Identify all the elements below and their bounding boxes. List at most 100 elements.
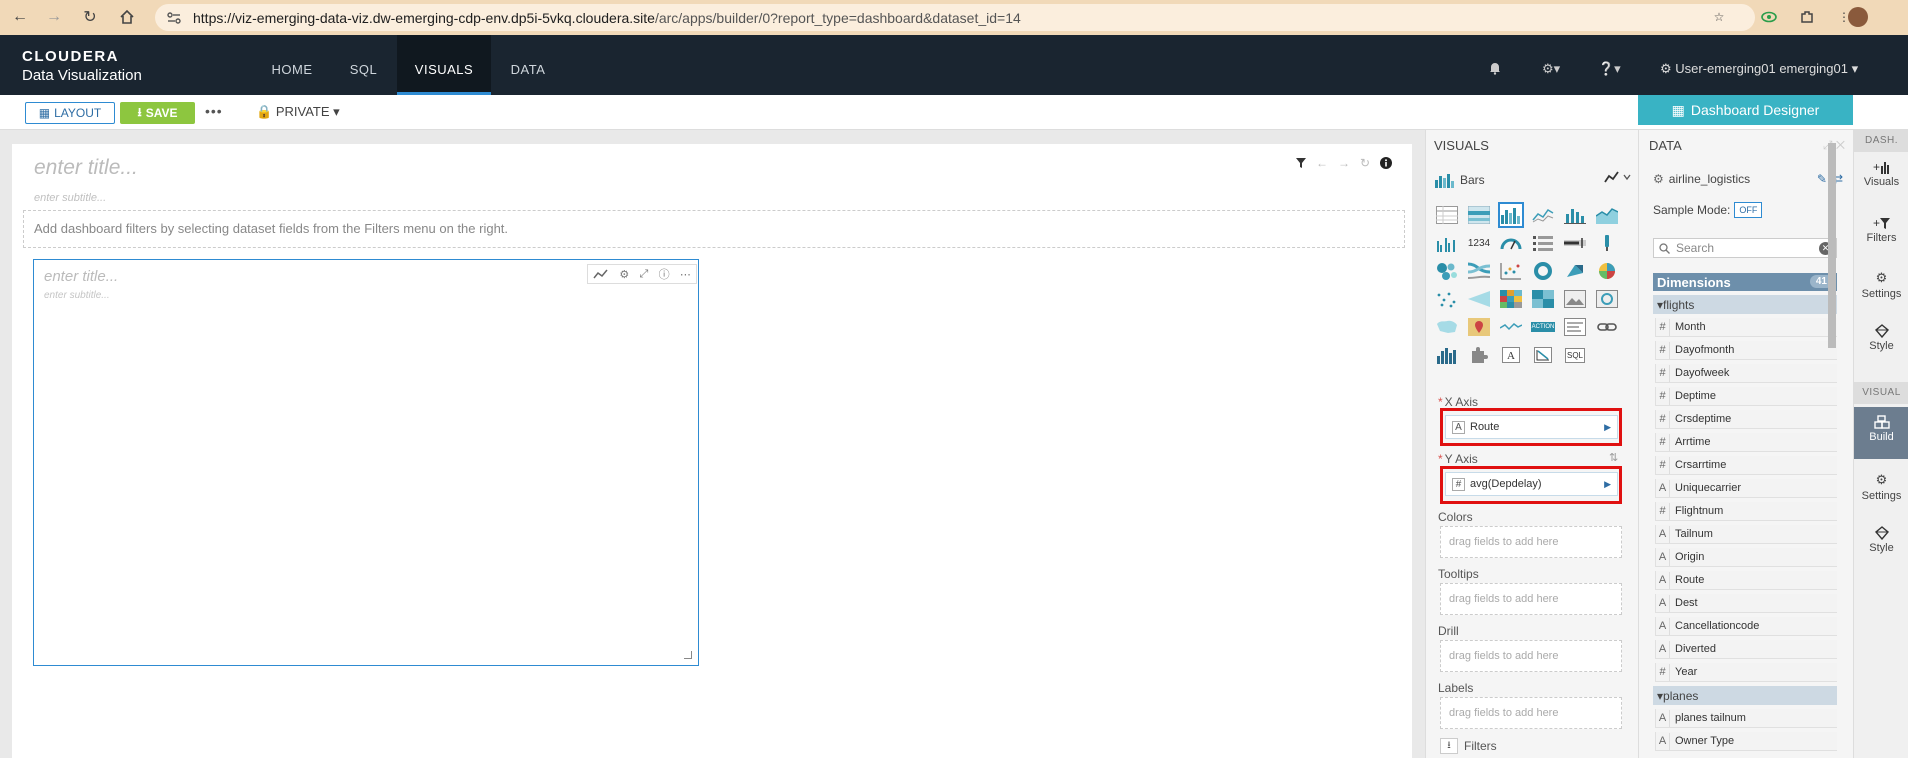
rail-item-style[interactable]: Style: [1854, 324, 1908, 352]
field-item[interactable]: A Origin: [1655, 548, 1837, 567]
field-item[interactable]: # Arrtime: [1655, 433, 1837, 452]
field-item[interactable]: # Flightnum: [1655, 502, 1837, 521]
visual-title-input[interactable]: enter title...: [44, 268, 118, 285]
field-item[interactable]: A Owner Type: [1655, 732, 1837, 751]
resize-handle[interactable]: [684, 651, 692, 659]
map-viz-icon[interactable]: [1434, 314, 1460, 340]
filter-icon[interactable]: [1295, 158, 1306, 168]
reload-icon[interactable]: ↻: [78, 6, 102, 28]
caret-right-icon[interactable]: ▶: [1604, 479, 1611, 490]
list-viz-icon[interactable]: [1530, 230, 1556, 256]
dashboard-designer-tab[interactable]: ▦ Dashboard Designer: [1638, 95, 1853, 125]
visual-settings-gear-icon[interactable]: ⚙: [619, 268, 629, 281]
dashboard-filter-zone[interactable]: Add dashboard filters by selecting datas…: [23, 210, 1405, 248]
packed-bubbles-viz-icon[interactable]: [1434, 258, 1460, 284]
field-group-planes[interactable]: ▾ planes: [1653, 686, 1837, 705]
gauge-viz-icon[interactable]: [1498, 230, 1524, 256]
histogram-viz-icon[interactable]: [1434, 342, 1460, 368]
combo-bar-viz-icon[interactable]: [1562, 202, 1588, 228]
drill-dropzone[interactable]: drag fields to add here: [1440, 640, 1622, 672]
field-item[interactable]: A Cancellationcode: [1655, 617, 1837, 636]
sample-mode-toggle[interactable]: OFF: [1734, 202, 1763, 218]
extension-viz-icon[interactable]: [1466, 342, 1492, 368]
rail-item-settings[interactable]: ⚙ Settings: [1854, 270, 1908, 300]
field-search-input[interactable]: Search ✕: [1653, 238, 1837, 258]
bookmark-star-icon[interactable]: ☆: [1707, 6, 1731, 28]
link-viz-icon[interactable]: [1594, 314, 1620, 340]
funnel-viz-icon[interactable]: [1466, 286, 1492, 312]
settings-gear-icon[interactable]: ⚙▾: [1542, 61, 1560, 77]
expand-icon[interactable]: ⤢: [640, 268, 649, 281]
bullet-viz-icon[interactable]: [1562, 230, 1588, 256]
forward-icon[interactable]: →: [42, 6, 66, 28]
x-axis-field-pill[interactable]: A Route ▶: [1445, 415, 1618, 439]
field-item[interactable]: # Dayofmonth: [1655, 341, 1837, 360]
rail-item-visual-settings[interactable]: ⚙ Settings: [1854, 472, 1908, 502]
dataset-selector[interactable]: ⚙ airline_logistics ✎ ⇄: [1653, 172, 1843, 186]
sparklines-viz-icon[interactable]: [1498, 314, 1524, 340]
help-icon[interactable]: ❔▾: [1598, 61, 1621, 77]
nav-data[interactable]: DATA: [500, 35, 556, 95]
action-viz-icon[interactable]: ACTION: [1530, 314, 1556, 340]
rail-item-build[interactable]: Build: [1854, 407, 1908, 459]
chord-viz-icon[interactable]: [1594, 286, 1620, 312]
more-options-button[interactable]: •••: [205, 103, 223, 119]
field-item[interactable]: # Deptime: [1655, 387, 1837, 406]
visual-more-icon[interactable]: ⋯: [680, 268, 691, 281]
donut-viz-icon[interactable]: [1530, 258, 1556, 284]
scatter-viz-icon[interactable]: [1498, 258, 1524, 284]
network-viz-icon[interactable]: [1562, 258, 1588, 284]
notifications-bell-icon[interactable]: [1488, 61, 1502, 75]
rail-item-visual-style[interactable]: Style: [1854, 526, 1908, 554]
data-panel-scrollbar[interactable]: [1828, 143, 1836, 348]
labels-dropzone[interactable]: drag fields to add here: [1440, 697, 1622, 729]
sql-viz-icon[interactable]: SQL: [1562, 342, 1588, 368]
dimensions-header[interactable]: Dimensions 41: [1653, 273, 1837, 291]
heatmap-viz-icon[interactable]: [1498, 286, 1524, 312]
grouped-bars-viz-icon[interactable]: [1434, 230, 1460, 256]
field-item[interactable]: A Tailnum: [1655, 525, 1837, 544]
field-item[interactable]: A Dest: [1655, 594, 1837, 613]
chart-options-dropdown[interactable]: [1604, 170, 1632, 184]
y-axis-options-icon[interactable]: ⇅: [1609, 451, 1618, 464]
url-bar[interactable]: https://viz-emerging-data-viz.dw-emergin…: [155, 4, 1755, 31]
caret-right-icon[interactable]: ▶: [1604, 422, 1611, 433]
undo-arrow-icon[interactable]: ←: [1316, 156, 1328, 170]
redo-arrow-icon[interactable]: →: [1338, 156, 1350, 170]
rich-text-viz-icon[interactable]: [1562, 314, 1588, 340]
field-item[interactable]: A Uniquecarrier: [1655, 479, 1837, 498]
table-viz-icon[interactable]: [1434, 202, 1460, 228]
field-item[interactable]: # Crsarrtime: [1655, 456, 1837, 475]
bars-viz-icon[interactable]: [1498, 202, 1524, 228]
correlation-heatmap-viz-icon[interactable]: [1530, 286, 1556, 312]
layout-button[interactable]: ▦ LAYOUT: [25, 102, 115, 124]
field-item[interactable]: # Dayofweek: [1655, 364, 1837, 383]
nav-visuals[interactable]: VISUALS: [397, 35, 491, 95]
site-settings-icon[interactable]: [165, 9, 183, 27]
edit-dataset-icon[interactable]: ✎: [1817, 172, 1827, 186]
profile-avatar[interactable]: [1848, 7, 1868, 27]
sankey-viz-icon[interactable]: [1466, 258, 1492, 284]
colors-dropzone[interactable]: drag fields to add here: [1440, 526, 1622, 558]
extension-eye-icon[interactable]: [1757, 6, 1781, 28]
field-item[interactable]: # Crsdeptime: [1655, 410, 1837, 429]
visibility-dropdown[interactable]: 🔒 PRIVATE ▾: [256, 104, 340, 120]
chart-type-icon[interactable]: [593, 268, 609, 280]
field-group-flights[interactable]: ▾ flights: [1653, 295, 1837, 314]
field-item[interactable]: A Diverted: [1655, 640, 1837, 659]
visual-info-icon[interactable]: ⓘ: [659, 266, 670, 282]
pin-viz-icon[interactable]: [1594, 230, 1620, 256]
lines-viz-icon[interactable]: [1530, 202, 1556, 228]
radial-viz-icon[interactable]: [1594, 258, 1620, 284]
info-icon[interactable]: [1380, 157, 1392, 169]
areas-viz-icon[interactable]: [1594, 202, 1620, 228]
nav-home[interactable]: HOME: [260, 35, 324, 95]
nav-sql[interactable]: SQL: [336, 35, 391, 95]
home-icon[interactable]: [115, 6, 139, 28]
refresh-icon[interactable]: ↻: [1360, 156, 1370, 170]
filters-shelf[interactable]: ⭳ Filters: [1440, 738, 1497, 754]
visual-subtitle-input[interactable]: enter subtitle...: [44, 290, 110, 301]
close-panel-icon[interactable]: ✕: [1836, 138, 1845, 152]
visual-container[interactable]: enter title... enter subtitle... ⚙ ⤢ ⓘ ⋯: [33, 259, 699, 666]
cross-tab-viz-icon[interactable]: [1466, 202, 1492, 228]
